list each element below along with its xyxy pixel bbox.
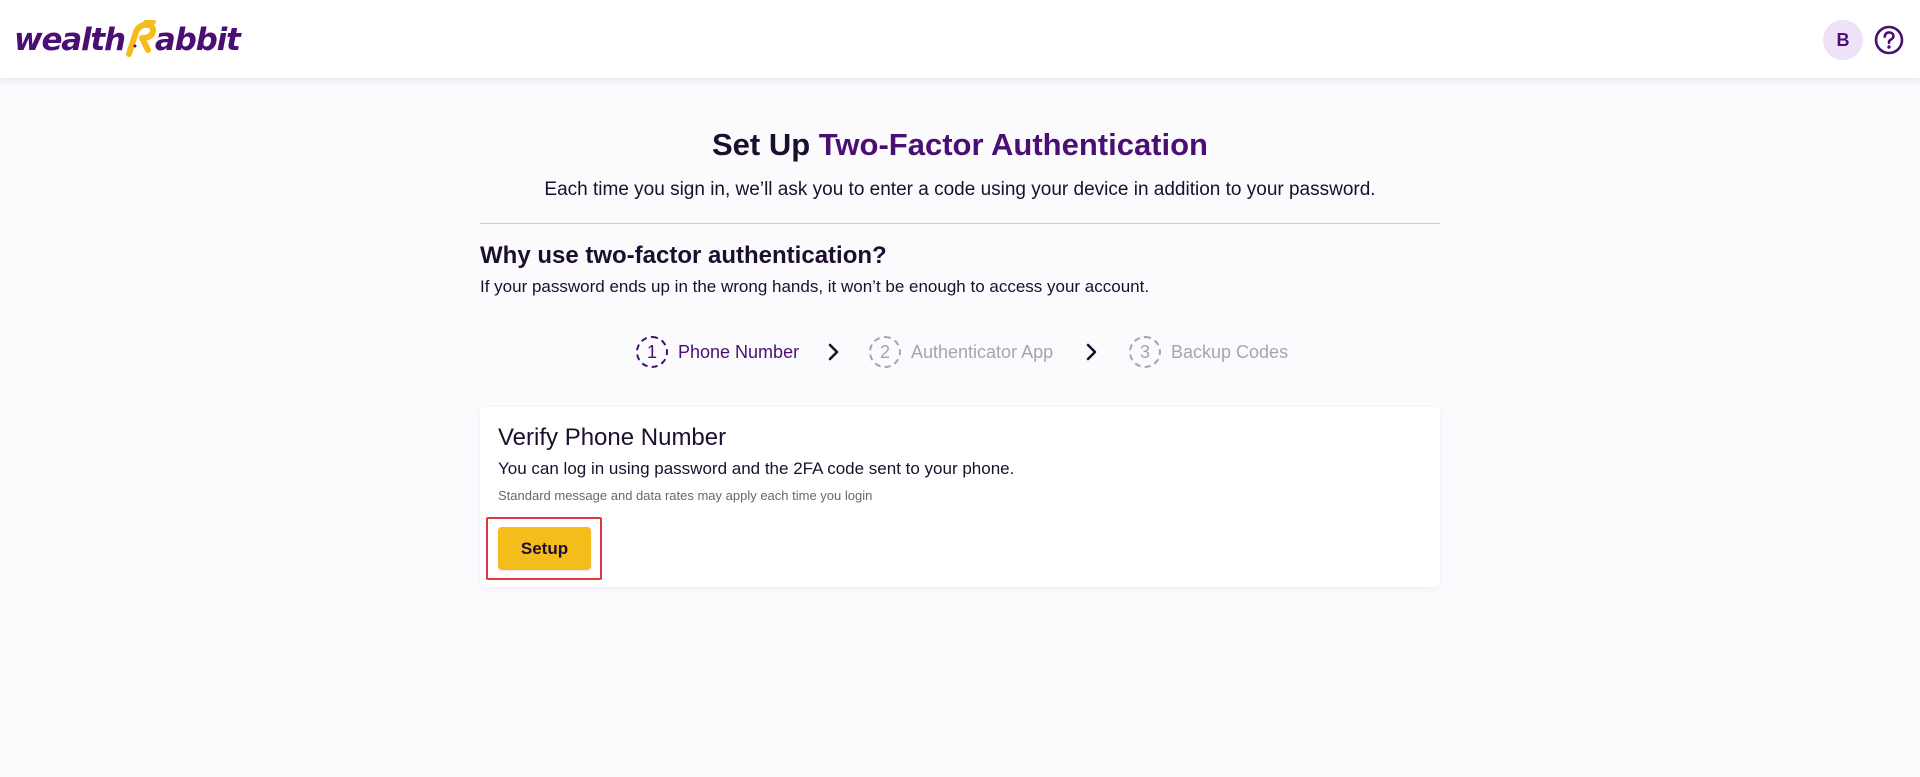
- rabbit-r-logo-mark: [125, 18, 156, 60]
- avatar-initial: B: [1836, 29, 1850, 50]
- logo-text-abbit: abbit: [154, 22, 241, 58]
- step-backup-codes[interactable]: 3 Backup Codes: [1129, 335, 1288, 369]
- chevron-right-icon: [1086, 343, 1097, 361]
- why-2fa-heading: Why use two-factor authentication?: [480, 242, 887, 269]
- step-number-badge: 2: [869, 336, 901, 368]
- wealthrabbit-logo[interactable]: wealth abbit: [14, 18, 241, 62]
- help-button[interactable]: [1873, 24, 1905, 56]
- logo-text-wealth: wealth: [14, 22, 126, 58]
- step-label: Authenticator App: [911, 341, 1054, 362]
- chevron-right-icon: [828, 343, 839, 361]
- page-subtitle: Each time you sign in, we’ll ask you to …: [544, 179, 1376, 200]
- why-2fa-description: If your password ends up in the wrong ha…: [480, 277, 1150, 296]
- step-number-badge: 3: [1129, 336, 1161, 368]
- step-label: Backup Codes: [1171, 341, 1289, 362]
- divider: [480, 223, 1440, 224]
- step-number-badge: 1: [636, 336, 668, 368]
- page-title-prefix: Set Up: [712, 127, 819, 162]
- top-bar: wealth abbit B: [0, 0, 1920, 79]
- verify-phone-card: Verify Phone Number You can log in using…: [480, 407, 1440, 587]
- step-label: Phone Number: [678, 341, 800, 362]
- page-title: Set Up Two-Factor Authentication: [480, 127, 1440, 163]
- page-title-accent: Two-Factor Authentication: [818, 127, 1208, 162]
- card-note: Standard message and data rates may appl…: [498, 488, 873, 503]
- setup-button[interactable]: Setup: [498, 527, 591, 570]
- card-description: You can log in using password and the 2F…: [498, 459, 1015, 478]
- card-title: Verify Phone Number: [498, 424, 727, 451]
- user-avatar[interactable]: B: [1823, 20, 1863, 60]
- step-phone-number[interactable]: 1 Phone Number: [636, 335, 799, 369]
- step-authenticator-app[interactable]: 2 Authenticator App: [869, 335, 1053, 369]
- question-circle-icon: [1874, 25, 1904, 55]
- setup-steps: 1 Phone Number 2 Authenticator App 3 Bac…: [480, 335, 1440, 375]
